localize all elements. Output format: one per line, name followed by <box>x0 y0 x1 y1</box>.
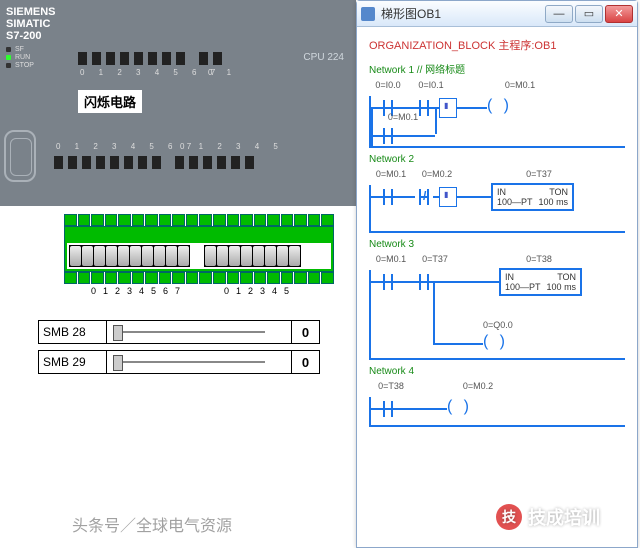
network-3-rung: INTON 100—PT100 ms 0=Q0.0 <box>369 270 625 360</box>
smb-28-label: SMB 28 <box>39 321 107 343</box>
network-1-title: Network 1 // 网络标题 <box>369 61 625 76</box>
brand-line2: SIMATIC <box>6 18 56 30</box>
app-icon <box>361 7 375 21</box>
smb-29-label: SMB 29 <box>39 351 107 373</box>
window-titlebar[interactable]: 梯形图OB1 — ▭ ✕ <box>357 1 637 27</box>
smb-28-slider[interactable] <box>107 321 291 343</box>
contact-m01-n3 <box>379 272 397 292</box>
network-1-rung: 0=M0.1 <box>369 96 625 148</box>
pulse-contact <box>439 98 457 118</box>
ladder-window: 梯形图OB1 — ▭ ✕ ORGANIZATION_BLOCK 主程序:OB1 … <box>356 0 638 548</box>
ladder-body[interactable]: ORGANIZATION_BLOCK 主程序:OB1 Network 1 // … <box>357 27 637 547</box>
input-numbers-a: 0 1 2 3 4 5 6 7 <box>80 68 221 77</box>
smb-29-row: SMB 29 0 <box>38 350 320 374</box>
plc-panel: SIEMENS SIMATIC S7-200 SF RUN STOP 0 1 2… <box>0 0 356 206</box>
output-leds <box>54 156 254 169</box>
watermark-brand: 技 技成培训 <box>496 504 600 530</box>
window-title: 梯形图OB1 <box>381 5 539 22</box>
contact-t37 <box>415 272 433 292</box>
serial-port-icon <box>4 130 36 182</box>
watermark-icon: 技 <box>496 504 522 530</box>
maximize-button[interactable]: ▭ <box>575 5 603 23</box>
network-4-title: Network 4 <box>369 366 625 377</box>
minimize-button[interactable]: — <box>545 5 573 23</box>
output-numbers-b: 0 1 2 3 4 5 <box>180 142 284 151</box>
network-2-title: Network 2 <box>369 154 625 165</box>
network-4-rung <box>369 397 625 427</box>
brand-line3: S7-200 <box>6 30 56 42</box>
input-leds <box>78 52 222 65</box>
timer-t38: INTON 100—PT100 ms <box>499 268 582 296</box>
flash-circuit-label: 闪烁电路 <box>78 90 142 113</box>
network-2-rung: INTON 100—PT100 ms <box>369 185 625 233</box>
output-numbers-a: 0 1 2 3 4 5 6 7 <box>56 142 197 151</box>
coil-m01 <box>487 99 509 117</box>
smb-29-value: 0 <box>291 351 319 373</box>
terminal-block: 01234567 012345 <box>64 214 334 304</box>
cpu-label: CPU 224 <box>303 52 344 63</box>
status-leds: SF RUN STOP <box>6 46 34 70</box>
ncontact-m02 <box>415 187 433 207</box>
coil-m02 <box>447 400 469 418</box>
contact-t38 <box>379 399 397 419</box>
input-numbers-b: 0 1 <box>208 68 237 77</box>
pulse-contact-2 <box>439 187 457 207</box>
timer-t37: INTON 100—PT100 ms <box>491 183 574 211</box>
brand-line1: SIEMENS <box>6 6 56 18</box>
watermark-source: 头条号／全球电气资源 <box>72 512 232 536</box>
smb-28-row: SMB 28 0 <box>38 320 320 344</box>
ob-title: ORGANIZATION_BLOCK 主程序:OB1 <box>369 37 625 53</box>
smb-28-value: 0 <box>291 321 319 343</box>
contact-m01 <box>379 187 397 207</box>
network-3-title: Network 3 <box>369 239 625 250</box>
contact-m01-branch <box>379 126 397 146</box>
terminal-numbers: 01234567 012345 <box>64 286 334 296</box>
plc-brand: SIEMENS SIMATIC S7-200 <box>6 6 56 42</box>
smb-29-slider[interactable] <box>107 351 291 373</box>
coil-q00 <box>483 335 505 353</box>
close-button[interactable]: ✕ <box>605 5 633 23</box>
